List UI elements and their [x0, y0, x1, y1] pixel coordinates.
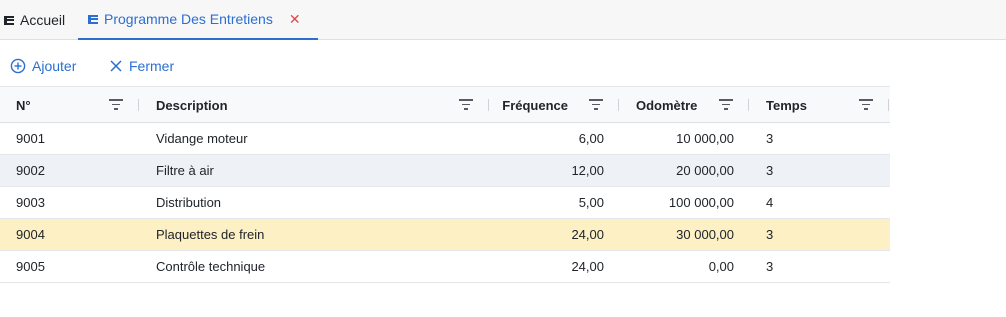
- cell-temps: 3: [766, 227, 774, 242]
- grid-header: N° Description Fréquence Odomètre Temps: [0, 86, 890, 123]
- cell-num: 9005: [16, 259, 45, 274]
- column-header-temps[interactable]: Temps: [766, 87, 807, 123]
- grid-list-icon: [4, 15, 14, 25]
- close-button-label: Fermer: [129, 58, 175, 74]
- tab-accueil[interactable]: Accueil: [4, 0, 65, 40]
- cell-odometre: 0,00: [708, 259, 734, 274]
- cell-num: 9001: [16, 131, 45, 146]
- cell-description: Contrôle technique: [156, 259, 266, 274]
- cell-frequence: 12,00: [571, 163, 604, 178]
- cell-frequence: 6,00: [578, 131, 604, 146]
- column-header-description[interactable]: Description: [156, 87, 228, 123]
- cell-description: Plaquettes de frein: [156, 227, 265, 242]
- filter-icon[interactable]: [859, 98, 873, 110]
- cell-temps: 3: [766, 131, 774, 146]
- plus-circle-icon: [10, 58, 26, 74]
- cell-num: 9002: [16, 163, 45, 178]
- cell-num: 9003: [16, 195, 45, 210]
- maintenance-program-grid: N° Description Fréquence Odomètre Temps …: [0, 86, 890, 283]
- close-button[interactable]: Fermer: [109, 50, 174, 82]
- table-row[interactable]: 9003 Distribution 5,00 100 000,00 4: [0, 187, 890, 219]
- tab-programme-des-entretiens[interactable]: Programme Des Entretiens ✕: [78, 0, 318, 40]
- filter-icon[interactable]: [719, 98, 733, 110]
- filter-icon[interactable]: [459, 98, 473, 110]
- column-resize-handle[interactable]: [748, 99, 749, 111]
- table-row[interactable]: 9005 Contrôle technique 24,00 0,00 3: [0, 251, 890, 283]
- table-row[interactable]: 9001 Vidange moteur 6,00 10 000,00 3: [0, 123, 890, 155]
- cell-description: Distribution: [156, 195, 222, 210]
- toolbar: Ajouter Fermer: [0, 50, 400, 82]
- add-button[interactable]: Ajouter: [10, 50, 76, 82]
- filter-icon[interactable]: [109, 98, 123, 110]
- column-header-num[interactable]: N°: [16, 87, 31, 123]
- cell-description: Vidange moteur: [156, 131, 248, 146]
- close-tab-icon[interactable]: ✕: [289, 12, 301, 26]
- close-icon: [110, 60, 122, 72]
- column-resize-handle[interactable]: [138, 99, 139, 111]
- tab-programme-label: Programme Des Entretiens: [104, 11, 273, 27]
- cell-frequence: 24,00: [571, 259, 604, 274]
- cell-temps: 3: [766, 163, 774, 178]
- column-resize-handle[interactable]: [888, 99, 889, 111]
- cell-frequence: 24,00: [571, 227, 604, 242]
- cell-description: Filtre à air: [156, 163, 214, 178]
- tab-accueil-label: Accueil: [20, 12, 66, 28]
- table-row-selected[interactable]: 9004 Plaquettes de frein 24,00 30 000,00…: [0, 219, 890, 251]
- cell-odometre: 10 000,00: [676, 131, 734, 146]
- cell-temps: 4: [766, 195, 774, 210]
- cell-odometre: 100 000,00: [668, 195, 734, 210]
- column-resize-handle[interactable]: [488, 99, 489, 111]
- column-header-odometre[interactable]: Odomètre: [636, 87, 697, 123]
- cell-num: 9004: [16, 227, 45, 242]
- cell-temps: 3: [766, 259, 774, 274]
- column-resize-handle[interactable]: [618, 99, 619, 111]
- tab-bar: Accueil Programme Des Entretiens ✕: [0, 0, 1006, 40]
- cell-odometre: 20 000,00: [676, 163, 734, 178]
- cell-frequence: 5,00: [578, 195, 604, 210]
- grid-list-icon: [88, 14, 98, 24]
- cell-odometre: 30 000,00: [676, 227, 734, 242]
- add-button-label: Ajouter: [32, 58, 77, 74]
- table-row[interactable]: 9002 Filtre à air 12,00 20 000,00 3: [0, 155, 890, 187]
- column-header-frequence[interactable]: Fréquence: [490, 87, 568, 123]
- filter-icon[interactable]: [589, 98, 603, 110]
